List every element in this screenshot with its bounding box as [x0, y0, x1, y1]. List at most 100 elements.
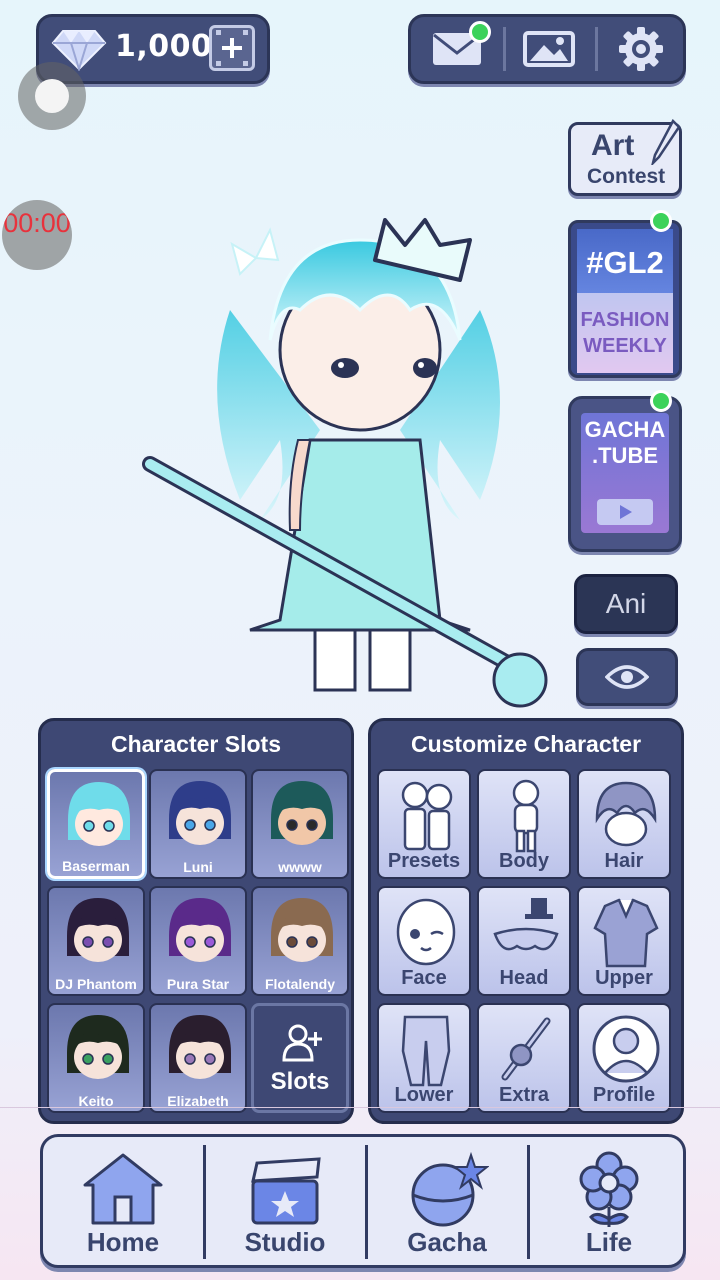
play-icon	[620, 505, 632, 519]
gear-icon	[619, 27, 663, 71]
record-dot-icon	[35, 79, 69, 113]
character-slots-panel: Character Slots Baserman Luni wwww DJ Phant…	[38, 718, 354, 1124]
upper-icon	[593, 898, 659, 968]
character-slot-name: Pura Star	[166, 976, 230, 992]
character-slot[interactable]: Keito	[47, 1003, 145, 1113]
character-avatar	[271, 898, 333, 962]
house-icon	[83, 1153, 163, 1225]
gl2-line2: WEEKLY	[583, 335, 667, 357]
character-slot-name: DJ Phantom	[55, 976, 137, 992]
customize-presets-button[interactable]: Presets	[377, 769, 471, 879]
visibility-button[interactable]	[576, 648, 678, 706]
character-slot[interactable]: wwww	[251, 769, 349, 879]
customize-body-button[interactable]: Body	[477, 769, 571, 879]
character-slot[interactable]: Luni	[149, 769, 247, 879]
gallery-button[interactable]	[509, 23, 589, 75]
face-icon	[396, 898, 456, 966]
customize-upper-label: Upper	[595, 967, 653, 989]
add-currency-button[interactable]	[209, 25, 255, 71]
head-icon	[493, 898, 559, 951]
gl2-title: #GL2	[586, 245, 664, 280]
animation-toggle-button[interactable]: Ani	[574, 574, 678, 634]
divider	[0, 1107, 720, 1108]
add-slot-button[interactable]: Slots	[251, 1003, 349, 1113]
tube-title: GACHA .TUBE	[571, 417, 679, 469]
notification-dot	[469, 21, 491, 43]
extra-icon	[501, 1017, 551, 1081]
customize-body-label: Body	[499, 850, 549, 872]
image-icon	[523, 31, 575, 67]
nav-life[interactable]: Life	[529, 1137, 689, 1265]
customize-head-button[interactable]: Head	[477, 886, 571, 996]
gacha-tube-button[interactable]: GACHA .TUBE	[568, 396, 682, 552]
customize-extra-button[interactable]: Extra	[477, 1003, 571, 1113]
customize-profile-button[interactable]: Profile	[577, 1003, 671, 1113]
character-avatar	[169, 1015, 231, 1079]
flower-icon	[579, 1151, 639, 1227]
add-user-icon	[282, 1024, 322, 1062]
gl2-line1: FASHION	[580, 309, 670, 331]
character-slot-name: Baserman	[62, 858, 130, 874]
customize-lower-button[interactable]: Lower	[377, 1003, 471, 1113]
record-timer: 00:00	[2, 200, 72, 270]
character-slot[interactable]: Elizabeth	[149, 1003, 247, 1113]
presets-icon	[401, 781, 453, 851]
hair-icon	[595, 781, 657, 847]
plus-icon	[216, 30, 248, 66]
nav-gacha-label: Gacha	[407, 1227, 487, 1257]
notification-dot	[650, 390, 672, 412]
art-contest-title: Art	[591, 129, 635, 162]
bottom-navigation: Home Studio Gacha Life	[40, 1134, 686, 1268]
art-contest-subtitle: Contest	[587, 165, 666, 188]
gacha-ball-icon	[411, 1151, 489, 1227]
recorder-button[interactable]	[18, 62, 86, 130]
customize-head-label: Head	[499, 967, 549, 989]
customize-character-title: Customize Character	[410, 731, 642, 757]
nav-gacha[interactable]: Gacha	[367, 1137, 527, 1265]
customize-profile-label: Profile	[592, 1084, 656, 1106]
settings-button[interactable]	[601, 23, 681, 75]
character-avatar	[169, 781, 231, 845]
character-preview	[142, 218, 548, 708]
add-slot-label: Slots	[270, 1068, 330, 1095]
customize-extra-label: Extra	[498, 1084, 550, 1106]
character-avatar	[67, 1015, 129, 1079]
pencil-icon	[651, 119, 681, 165]
character-slot[interactable]: Flotalendy	[251, 886, 349, 996]
character-avatar	[271, 781, 333, 845]
notification-dot	[650, 210, 672, 232]
character-slot-name: Flotalendy	[264, 976, 335, 992]
art-contest-button[interactable]: Art Contest	[568, 119, 682, 196]
toolbar-divider	[503, 27, 506, 71]
play-button	[597, 499, 653, 525]
gl2-subtitle-box: FASHION WEEKLY	[577, 293, 673, 373]
tube-line1: GACHA	[584, 417, 666, 442]
character-slot-name: Luni	[183, 859, 213, 875]
character-slot[interactable]: DJ Phantom	[47, 886, 145, 996]
body-icon	[512, 779, 540, 853]
eye-icon	[605, 665, 649, 689]
toolbar-divider	[595, 27, 598, 71]
character-slots-title: Character Slots	[110, 731, 281, 757]
customize-face-button[interactable]: Face	[377, 886, 471, 996]
character-avatar	[68, 782, 130, 846]
customize-character-panel: Customize Character Presets Body Hair Face H…	[368, 718, 684, 1124]
customize-hair-button[interactable]: Hair	[577, 769, 671, 879]
lower-icon	[401, 1015, 451, 1087]
character-slot[interactable]: Pura Star	[149, 886, 247, 996]
nav-studio-label: Studio	[244, 1227, 326, 1257]
character-slot-name: wwww	[278, 859, 322, 875]
nav-home-label: Home	[86, 1227, 160, 1257]
customize-hair-label: Hair	[604, 850, 644, 872]
customize-face-label: Face	[401, 967, 447, 989]
nav-studio[interactable]: Studio	[205, 1137, 365, 1265]
character-avatar	[169, 898, 231, 962]
character-slot[interactable]: Baserman	[47, 769, 145, 879]
tube-line2: .TUBE	[592, 443, 658, 468]
nav-home[interactable]: Home	[43, 1137, 203, 1265]
customize-presets-label: Presets	[387, 850, 461, 872]
customize-upper-button[interactable]: Upper	[577, 886, 671, 996]
currency-amount: 1,000	[115, 29, 213, 64]
character-avatar	[67, 898, 129, 962]
gl2-fashion-weekly-button[interactable]: #GL2 FASHION WEEKLY	[568, 220, 682, 378]
